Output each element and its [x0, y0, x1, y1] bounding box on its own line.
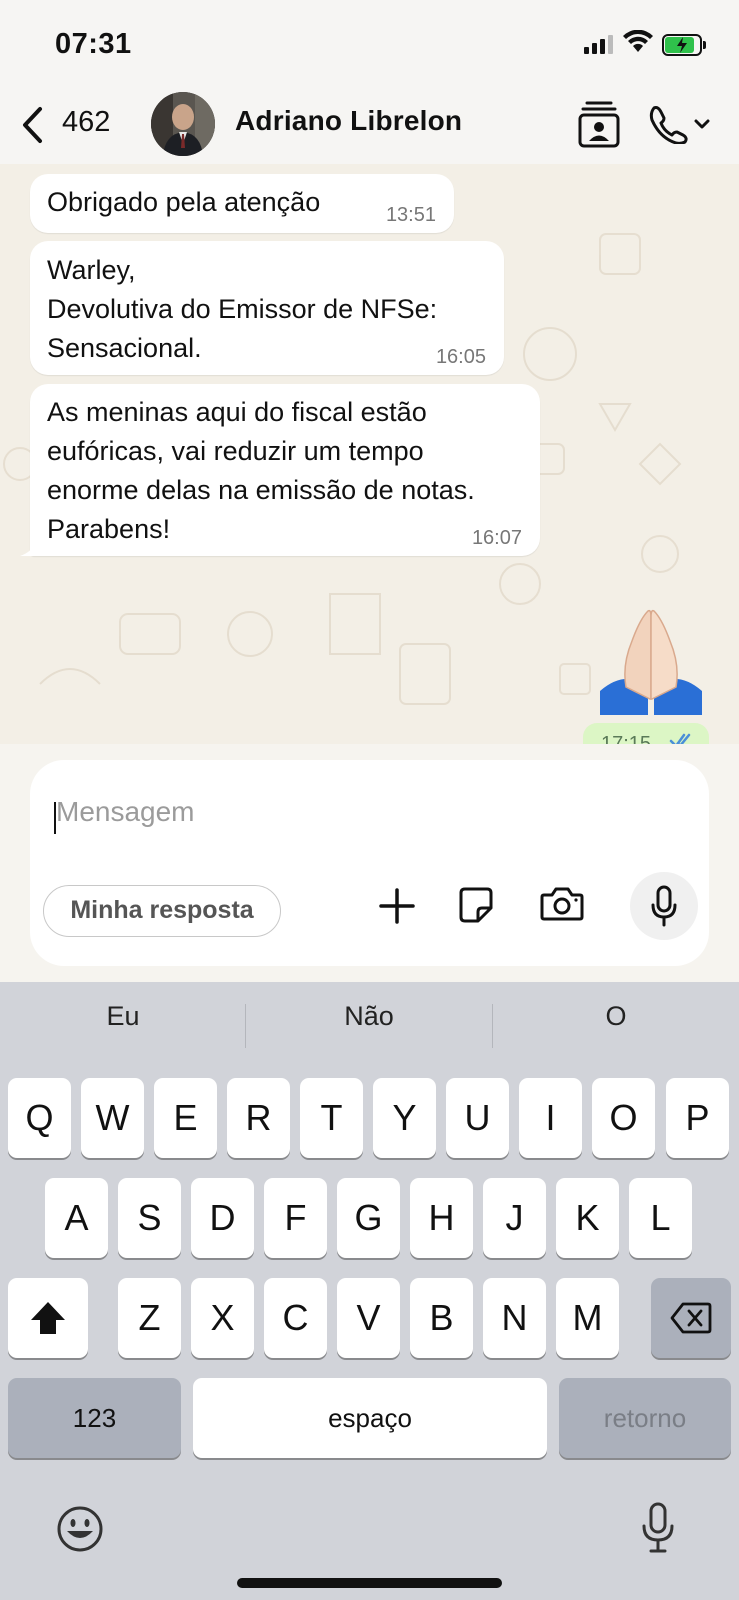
message-text: Obrigado pela atenção — [47, 187, 321, 217]
phone-call-icon[interactable] — [648, 104, 714, 144]
key-f[interactable]: F — [264, 1178, 327, 1258]
predictive-bar: Eu Não O — [0, 982, 739, 1052]
cellular-signal-icon — [584, 34, 614, 54]
key-r[interactable]: R — [227, 1078, 290, 1158]
message-text: Warley, Devolutiva do Emissor de NFSe: S… — [47, 255, 438, 363]
contact-name[interactable]: Adriano Librelon — [235, 105, 462, 137]
key-i[interactable]: I — [519, 1078, 582, 1158]
status-bar: 07:31 — [0, 0, 739, 88]
home-indicator[interactable] — [237, 1578, 502, 1588]
key-y[interactable]: Y — [373, 1078, 436, 1158]
my-reply-chip[interactable]: Minha resposta — [43, 885, 281, 937]
key-l[interactable]: L — [629, 1178, 692, 1258]
microphone-icon — [651, 885, 677, 927]
key-w[interactable]: W — [81, 1078, 144, 1158]
wifi-icon — [623, 30, 653, 52]
chat-area[interactable]: Obrigado pela atenção 13:51 Warley, Devo… — [0, 164, 739, 744]
sticker-icon[interactable] — [458, 886, 494, 924]
key-q[interactable]: Q — [8, 1078, 71, 1158]
message-text: As meninas aqui do fiscal estão eufórica… — [47, 397, 475, 544]
delete-key[interactable] — [651, 1278, 731, 1358]
composer-area: Minha resposta — [0, 744, 739, 982]
battery-icon — [662, 34, 706, 56]
suggestion-1[interactable]: Eu — [0, 994, 246, 1038]
numbers-key[interactable]: 123 — [8, 1378, 181, 1458]
key-t[interactable]: T — [300, 1078, 363, 1158]
bubble-tail — [20, 540, 38, 556]
key-a[interactable]: A — [45, 1178, 108, 1258]
suggestion-3[interactable]: O — [493, 994, 739, 1038]
incoming-message[interactable]: Warley, Devolutiva do Emissor de NFSe: S… — [30, 241, 504, 375]
keyboard: Eu Não O Q W E R T Y U I O P A S D F G H… — [0, 982, 739, 1600]
key-u[interactable]: U — [446, 1078, 509, 1158]
key-v[interactable]: V — [337, 1278, 400, 1358]
backspace-icon — [670, 1302, 712, 1334]
contact-card-icon[interactable] — [578, 100, 620, 148]
key-h[interactable]: H — [410, 1178, 473, 1258]
key-m[interactable]: M — [556, 1278, 619, 1358]
shift-key[interactable] — [8, 1278, 88, 1358]
key-z[interactable]: Z — [118, 1278, 181, 1358]
return-key[interactable]: retorno — [559, 1378, 731, 1458]
shift-arrow-icon — [31, 1302, 65, 1334]
message-time: 16:05 — [435, 346, 486, 368]
key-j[interactable]: J — [483, 1178, 546, 1258]
key-p[interactable]: P — [666, 1078, 729, 1158]
dictation-mic-icon[interactable] — [640, 1502, 676, 1554]
key-e[interactable]: E — [154, 1078, 217, 1158]
incoming-message[interactable]: Obrigado pela atenção 13:51 — [30, 174, 454, 233]
praying-hands-icon — [600, 609, 702, 715]
contact-avatar[interactable] — [151, 92, 215, 156]
camera-icon[interactable] — [540, 886, 584, 922]
plus-icon[interactable] — [377, 886, 417, 926]
sent-message-status: 17:15 — [583, 723, 709, 744]
read-checks-icon — [669, 733, 691, 744]
back-chevron-icon[interactable] — [20, 106, 46, 144]
back-unread-count[interactable]: 462 — [62, 106, 110, 139]
message-time: 16:07 — [471, 527, 522, 549]
space-key[interactable]: espaço — [193, 1378, 547, 1458]
suggestion-2[interactable]: Não — [246, 994, 492, 1038]
key-b[interactable]: B — [410, 1278, 473, 1358]
status-time: 07:31 — [55, 28, 132, 60]
key-x[interactable]: X — [191, 1278, 254, 1358]
message-time: 13:51 — [385, 204, 436, 226]
key-d[interactable]: D — [191, 1178, 254, 1258]
key-g[interactable]: G — [337, 1178, 400, 1258]
incoming-message[interactable]: As meninas aqui do fiscal estão eufórica… — [30, 384, 540, 556]
sent-emoji-message[interactable] — [596, 605, 706, 715]
message-composer: Minha resposta — [30, 760, 709, 966]
emoji-keyboard-icon[interactable] — [56, 1505, 104, 1553]
chat-header: 462 Adriano Librelon — [0, 88, 739, 164]
key-o[interactable]: O — [592, 1078, 655, 1158]
key-n[interactable]: N — [483, 1278, 546, 1358]
key-c[interactable]: C — [264, 1278, 327, 1358]
key-k[interactable]: K — [556, 1178, 619, 1258]
message-input[interactable] — [56, 796, 656, 828]
sent-message-time: 17:15 — [601, 733, 652, 744]
key-s[interactable]: S — [118, 1178, 181, 1258]
voice-message-button[interactable] — [630, 872, 698, 940]
